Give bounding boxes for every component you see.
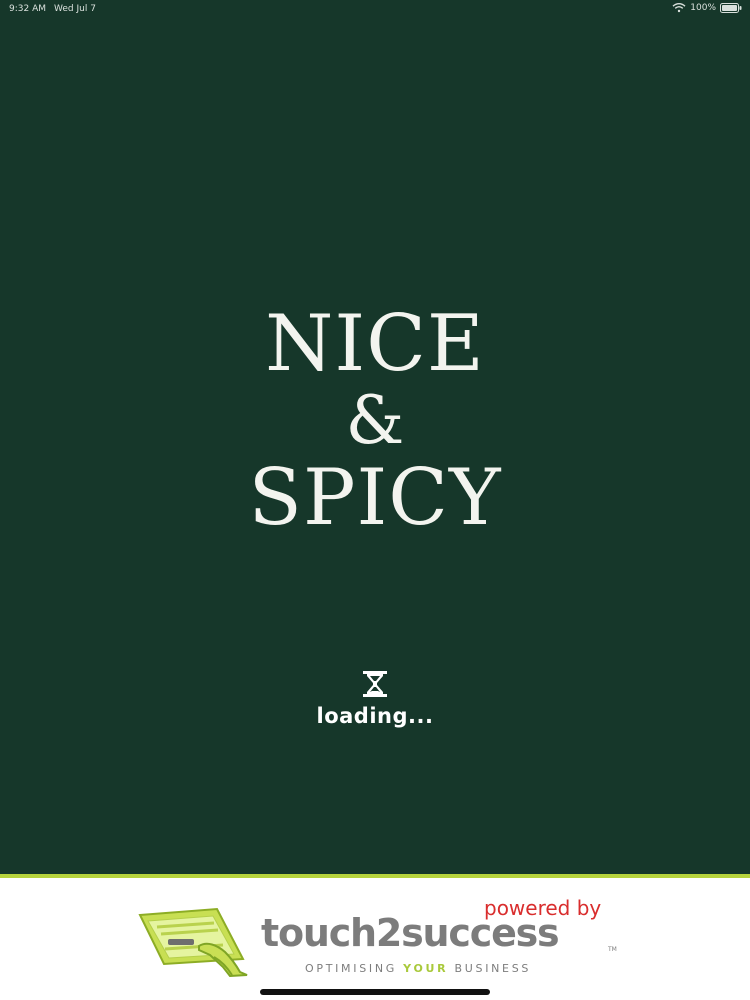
wifi-icon bbox=[672, 3, 686, 13]
restaurant-logo-line-1: NICE bbox=[265, 299, 485, 389]
battery-icon bbox=[720, 3, 742, 13]
touch2success-icon bbox=[137, 905, 255, 978]
tagline-highlight: YOUR bbox=[403, 962, 449, 975]
battery-percent: 100% bbox=[690, 3, 716, 13]
tagline-suffix: BUSINESS bbox=[448, 962, 532, 975]
hourglass-icon bbox=[362, 671, 388, 702]
brand-trademark: TM bbox=[608, 946, 617, 953]
home-indicator[interactable] bbox=[260, 989, 490, 995]
restaurant-logo-line-2: SPICY bbox=[248, 453, 502, 543]
restaurant-logo-ampersand: & bbox=[345, 382, 405, 459]
brand-name: touch2success bbox=[261, 911, 560, 955]
status-right: 100% bbox=[672, 3, 742, 13]
tagline-prefix: OPTIMISING bbox=[305, 962, 404, 975]
loading-indicator bbox=[0, 670, 750, 702]
brand-tagline: OPTIMISING YOUR BUSINESS bbox=[305, 962, 531, 975]
status-bar: 9:32 AM Wed Jul 7 100% bbox=[0, 0, 750, 18]
status-left: 9:32 AM Wed Jul 7 bbox=[9, 4, 96, 14]
status-time: 9:32 AM bbox=[9, 4, 46, 14]
splash-screen: 9:32 AM Wed Jul 7 100% NICE & SPICY load… bbox=[0, 0, 750, 1000]
status-date: Wed Jul 7 bbox=[54, 4, 96, 14]
loading-text: loading... bbox=[316, 704, 434, 728]
